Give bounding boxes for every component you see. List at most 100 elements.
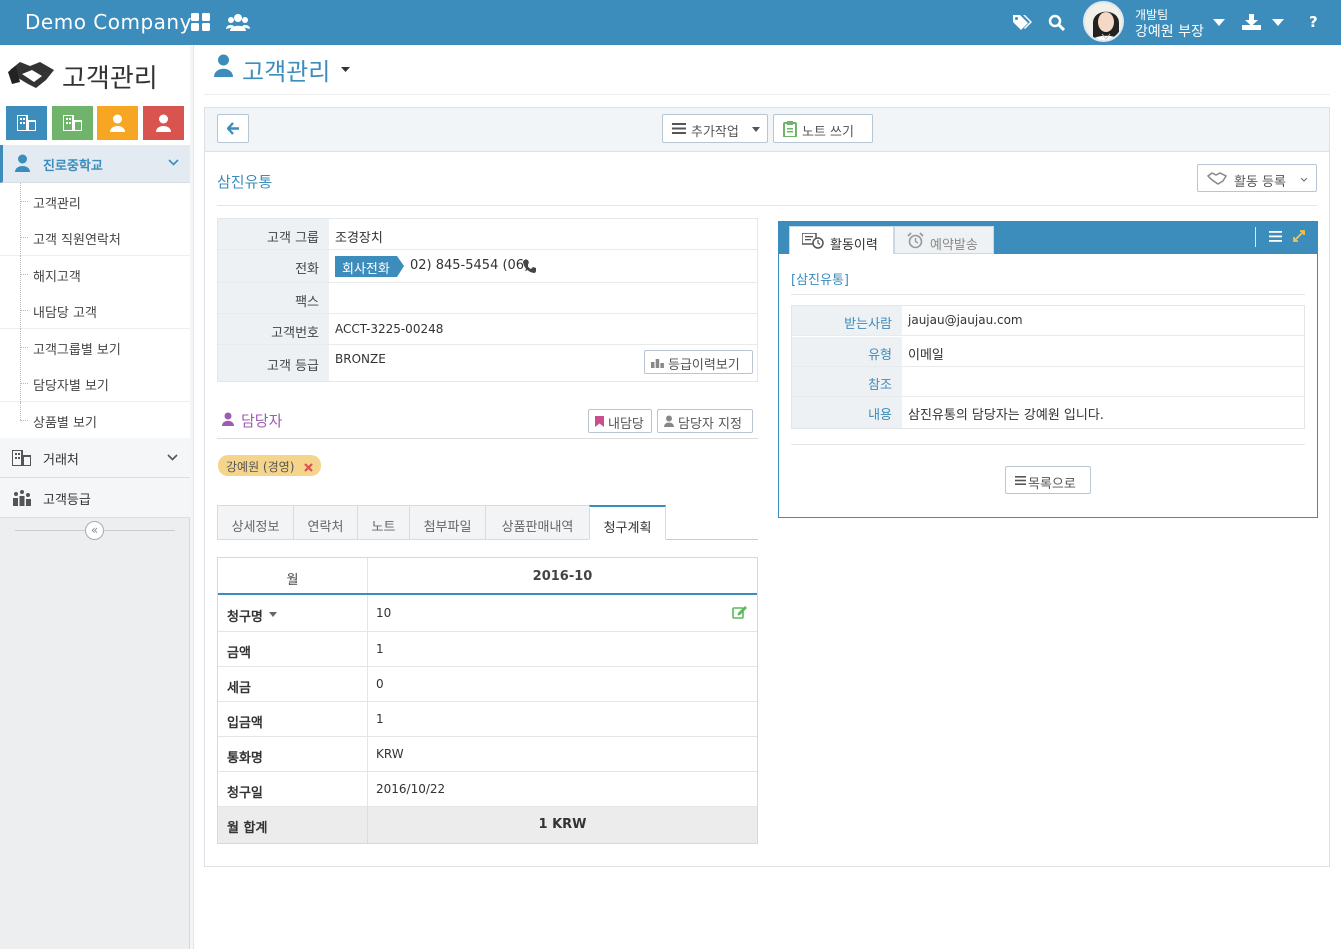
search-icon[interactable] (1048, 14, 1065, 31)
tab-contacts[interactable]: 연락처 (293, 505, 358, 540)
help-icon[interactable]: ? (1309, 13, 1318, 31)
caret-down-icon[interactable] (1272, 19, 1284, 26)
sidebar-item-by-group[interactable]: 고객그룹별 보기 (0, 329, 190, 366)
sidebar-item-label: 고객관리 (33, 197, 81, 212)
grade-label: 고객 등급 (267, 359, 319, 374)
tags-icon[interactable] (1012, 14, 1032, 31)
back-to-list-button[interactable]: 목록으로 (1005, 466, 1091, 494)
phone-label: 전화 (295, 262, 319, 277)
sidebar-group-active[interactable]: 진로중학교 (0, 145, 190, 183)
caret-down-icon[interactable] (1213, 19, 1225, 26)
activity-divider (791, 444, 1305, 445)
back-button[interactable] (217, 114, 249, 143)
info-row-number: 고객번호 ACCT-3225-00248 (218, 314, 757, 345)
sidebar-item-label: 내담당 고객 (33, 306, 97, 321)
sidebar-group-label: 거래처 (43, 453, 79, 468)
caret-down-icon[interactable] (341, 67, 350, 72)
my-manager-button[interactable]: 내담당 (588, 409, 652, 433)
list-icon[interactable] (1269, 231, 1282, 242)
detail-row-type: 유형 이메일 (792, 337, 1304, 367)
sidebar-item-staff-contacts[interactable]: 고객 직원연락처 (0, 219, 190, 256)
recipient-value: jaujau@jaujau.com (908, 313, 1023, 327)
fax-label: 팩스 (295, 295, 319, 310)
info-row-fax: 팩스 (218, 283, 757, 314)
history-icon (802, 233, 824, 249)
manager-chip[interactable]: 강예원 (경영) (218, 455, 322, 476)
chevron-down-icon[interactable] (168, 159, 179, 166)
sidebar-title: 고객관리 (62, 64, 158, 94)
tile-person-button[interactable] (143, 106, 184, 140)
edit-icon[interactable] (732, 605, 748, 619)
close-icon[interactable] (304, 463, 313, 472)
content-value: 삼진유통의 담당자는 강예원 입니다. (908, 408, 1104, 423)
tile-contact-button[interactable] (97, 106, 138, 140)
sidebar-header: 고객관리 (0, 45, 190, 102)
tab-label: 청구계획 (603, 521, 652, 536)
chevron-down-icon (1300, 177, 1308, 182)
table-row: 청구일 2016/10/22 (218, 772, 757, 807)
billing-row-label: 청구명 (227, 610, 263, 625)
billing-row-label: 금액 (227, 646, 251, 661)
tab-label: 상세정보 (231, 520, 280, 535)
tile-branch-button[interactable] (52, 106, 93, 140)
activity-panel-header: 활동이력 예약발송 (779, 222, 1317, 254)
caret-down-icon[interactable] (269, 612, 277, 617)
tab-notes[interactable]: 노트 (357, 505, 410, 540)
page-title[interactable]: 고객관리 (242, 52, 330, 87)
tab-label: 상품판매내역 (501, 520, 574, 535)
activity-customer-link[interactable]: [삼진유통] (791, 269, 849, 288)
table-row: 세금 0 (218, 667, 757, 702)
tab-billing-plan[interactable]: 청구계획 (589, 505, 666, 540)
sidebar-item-my-customers[interactable]: 내담당 고객 (0, 292, 190, 329)
sidebar-item-customer-management[interactable]: 고객관리 (0, 183, 190, 220)
info-row-phone: 전화 회사전화 02) 845-5454 (06) (218, 250, 757, 283)
sidebar-item-by-manager[interactable]: 담당자별 보기 (0, 365, 190, 402)
manager-divider (217, 438, 758, 439)
grid-icon[interactable] (191, 13, 211, 32)
tab-label: 연락처 (307, 520, 344, 535)
billing-row-value: 1 (376, 712, 384, 726)
handshake-icon (8, 62, 54, 88)
sidebar-item-label: 상품별 보기 (33, 416, 97, 431)
tab-attachments[interactable]: 첨부파일 (409, 505, 486, 540)
sidebar-item-terminated[interactable]: 해지고객 (0, 256, 190, 293)
tab-scheduled-send[interactable]: 예약발송 (894, 226, 994, 254)
more-actions-label: 추가작업 (691, 125, 739, 140)
billing-total-row: 월 합계 1 KRW (218, 807, 757, 843)
record-toolbar: 추가작업 노트 쓰기 (205, 108, 1329, 152)
tab-sales-history[interactable]: 상품판매내역 (485, 505, 590, 540)
back-to-list-label: 목록으로 (1028, 477, 1076, 492)
table-row: 금액 1 (218, 632, 757, 667)
brand-name[interactable]: Demo Company (25, 10, 192, 34)
download-icon[interactable] (1242, 14, 1261, 30)
users-icon[interactable] (226, 13, 250, 32)
more-actions-button[interactable]: 추가작업 (662, 114, 768, 143)
phone-type-tag: 회사전화 (335, 256, 404, 277)
expand-icon[interactable] (1293, 230, 1305, 242)
sidebar-item-by-product[interactable]: 상품별 보기 (0, 402, 190, 439)
customer-name: 삼진유통 (217, 173, 273, 191)
phone-value[interactable]: 02) 845-5454 (06) (410, 258, 529, 273)
sidebar-group-grades[interactable]: 고객등급 (0, 478, 190, 518)
group-value: 조경장치 (335, 231, 383, 246)
detail-row-content: 내용 삼진유통의 담당자는 강예원 입니다. (792, 397, 1304, 428)
caret-down-icon (752, 127, 760, 132)
activity-register-button[interactable]: 활동 등록 (1197, 164, 1317, 192)
phone-icon[interactable] (522, 259, 536, 273)
header-divider (1255, 227, 1256, 247)
tab-label: 노트 (371, 520, 396, 535)
sidebar-group-accounts[interactable]: 거래처 (0, 438, 190, 478)
tab-activity-history[interactable]: 활동이력 (789, 226, 894, 254)
tab-details[interactable]: 상세정보 (217, 505, 294, 540)
tile-company-button[interactable] (6, 106, 47, 140)
billing-row-label: 청구일 (227, 786, 263, 801)
building-icon (63, 115, 82, 131)
chevron-down-icon[interactable] (167, 454, 178, 461)
sidebar-collapse-button[interactable]: « (85, 521, 104, 540)
assign-manager-button[interactable]: 담당자 지정 (657, 409, 753, 433)
billing-month-header: 월 (286, 573, 299, 588)
write-note-button[interactable]: 노트 쓰기 (773, 114, 873, 143)
podium-icon (13, 490, 31, 506)
user-name: 강예원 부장 (1135, 24, 1204, 40)
grade-history-button[interactable]: 등급이력보기 (644, 350, 753, 374)
